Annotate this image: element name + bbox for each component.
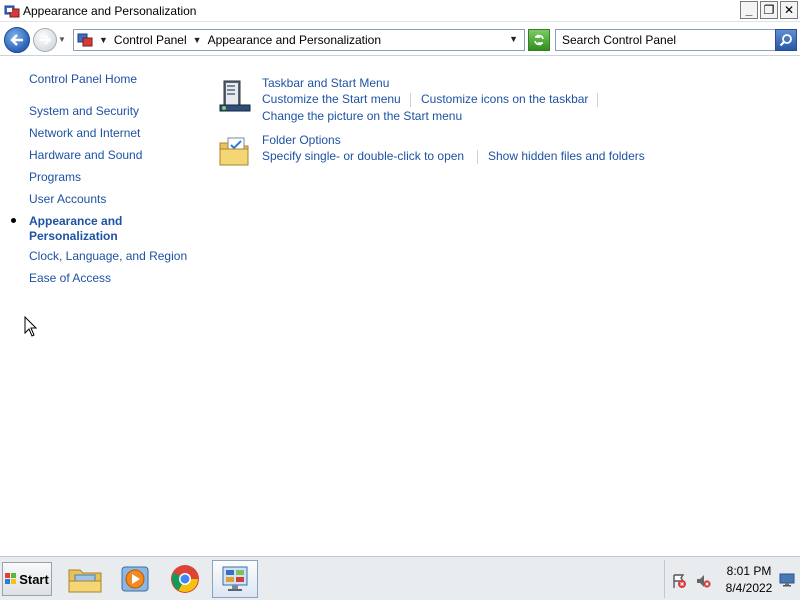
single-double-click-link[interactable]: Specify single- or double-click to open	[262, 149, 464, 164]
link-separator	[597, 93, 598, 107]
link-separator	[477, 150, 478, 164]
clock-time[interactable]: 8:01 PM	[723, 564, 775, 578]
media-player-button[interactable]	[112, 560, 158, 598]
chevron-down-icon[interactable]: ▼	[99, 35, 108, 45]
back-button[interactable]	[4, 27, 30, 53]
breadcrumb-control-panel[interactable]: Control Panel	[114, 33, 187, 47]
main-content: Taskbar and Start Menu Customize the Sta…	[210, 57, 800, 555]
taskbar-start-menu-title[interactable]: Taskbar and Start Menu	[262, 76, 389, 91]
chevron-down-icon[interactable]: ▼	[193, 35, 202, 45]
customize-start-menu-link[interactable]: Customize the Start menu	[262, 92, 401, 107]
nav-appearance-line1[interactable]: Appearance and	[29, 214, 122, 229]
nav-control-panel-home[interactable]: Control Panel Home	[29, 72, 137, 87]
nav-system-and-security[interactable]: System and Security	[29, 104, 139, 119]
control-panel-taskbar-button[interactable]	[212, 560, 258, 598]
close-button[interactable]: ✕	[780, 1, 798, 19]
system-tray: 8:01 PM 8/4/2022	[664, 560, 798, 598]
address-bar[interactable]: ▼ Control Panel ▼ Appearance and Persona…	[73, 29, 525, 51]
navigation-bar: ▼ ▼ Control Panel ▼ Appearance and Perso…	[0, 23, 800, 56]
taskbar-icon	[218, 79, 252, 116]
refresh-button[interactable]	[528, 29, 550, 51]
nav-programs[interactable]: Programs	[29, 170, 81, 185]
search-input[interactable]	[556, 33, 770, 47]
mouse-cursor-icon	[24, 315, 38, 341]
nav-appearance-line2[interactable]: Personalization	[29, 229, 118, 244]
current-page-bullet	[11, 218, 16, 223]
forward-button[interactable]	[33, 28, 57, 52]
volume-muted-icon[interactable]	[695, 573, 711, 588]
search-button[interactable]	[775, 29, 797, 51]
left-navigation: Control Panel Home System and Security N…	[0, 57, 205, 555]
action-center-icon[interactable]	[671, 573, 687, 588]
nav-network-and-internet[interactable]: Network and Internet	[29, 126, 140, 141]
show-hidden-files-link[interactable]: Show hidden files and folders	[488, 149, 645, 164]
minimize-button[interactable]: _	[740, 1, 758, 19]
change-start-menu-picture-link[interactable]: Change the picture on the Start menu	[262, 109, 462, 124]
recent-pages-dropdown[interactable]: ▼	[58, 35, 66, 44]
nav-hardware-and-sound[interactable]: Hardware and Sound	[29, 148, 142, 163]
nav-ease-of-access[interactable]: Ease of Access	[29, 271, 111, 286]
title-bar: Appearance and Personalization _ ❐ ✕	[0, 0, 800, 22]
search-icon	[779, 34, 792, 47]
media-player-icon	[121, 566, 149, 592]
folder-options-icon	[218, 135, 252, 172]
nav-user-accounts[interactable]: User Accounts	[29, 192, 106, 207]
chrome-button[interactable]	[162, 560, 208, 598]
clock-date[interactable]: 8/4/2022	[723, 581, 775, 595]
control-panel-icon	[222, 566, 248, 591]
link-separator	[410, 93, 411, 107]
control-panel-icon	[77, 33, 93, 47]
taskbar: Start 8:01 PM 8/4/2022	[0, 556, 800, 600]
address-dropdown[interactable]: ▼	[509, 34, 518, 44]
show-desktop-icon[interactable]	[779, 573, 795, 587]
breadcrumb-appearance[interactable]: Appearance and Personalization	[208, 33, 381, 47]
window-title: Appearance and Personalization	[23, 3, 197, 18]
chrome-icon	[171, 565, 199, 593]
start-label: Start	[19, 571, 49, 587]
maximize-button[interactable]: ❐	[760, 1, 778, 19]
search-box[interactable]	[555, 29, 797, 51]
file-explorer-button[interactable]	[62, 560, 108, 598]
control-panel-icon	[4, 3, 20, 19]
folder-options-title[interactable]: Folder Options	[262, 133, 341, 148]
nav-clock-language-region[interactable]: Clock, Language, and Region	[29, 249, 187, 264]
file-explorer-icon	[68, 569, 102, 593]
customize-taskbar-icons-link[interactable]: Customize icons on the taskbar	[421, 92, 588, 107]
start-button[interactable]: Start	[2, 562, 52, 596]
windows-logo-icon	[5, 573, 17, 585]
